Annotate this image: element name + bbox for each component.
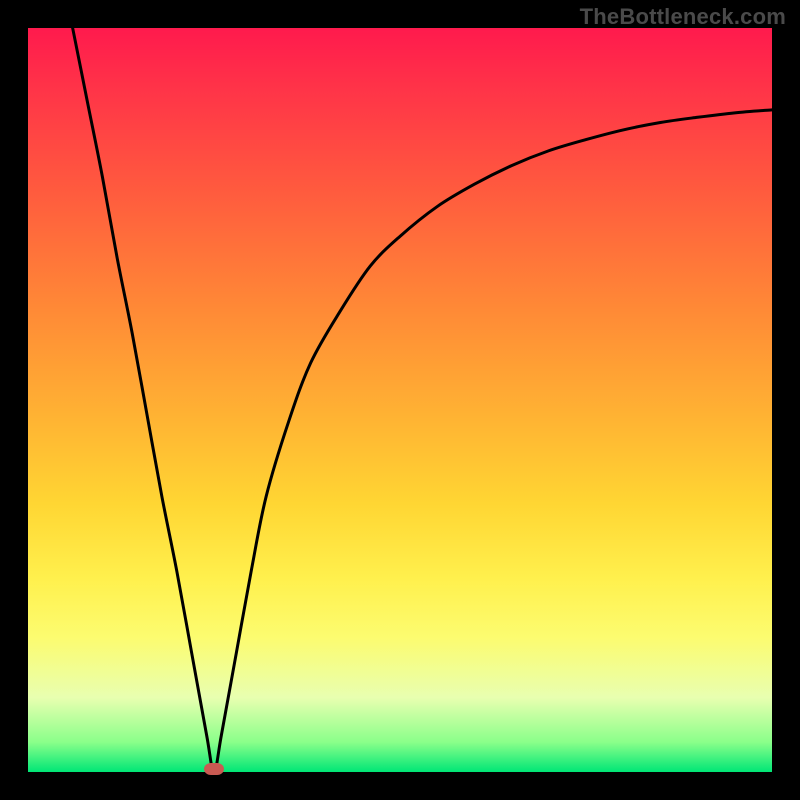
chart-frame: TheBottleneck.com <box>0 0 800 800</box>
chart-plot-area <box>28 28 772 772</box>
watermark-text: TheBottleneck.com <box>580 4 786 30</box>
bottleneck-curve <box>28 28 772 772</box>
optimal-point-marker <box>204 763 224 775</box>
curve-path <box>73 28 772 772</box>
